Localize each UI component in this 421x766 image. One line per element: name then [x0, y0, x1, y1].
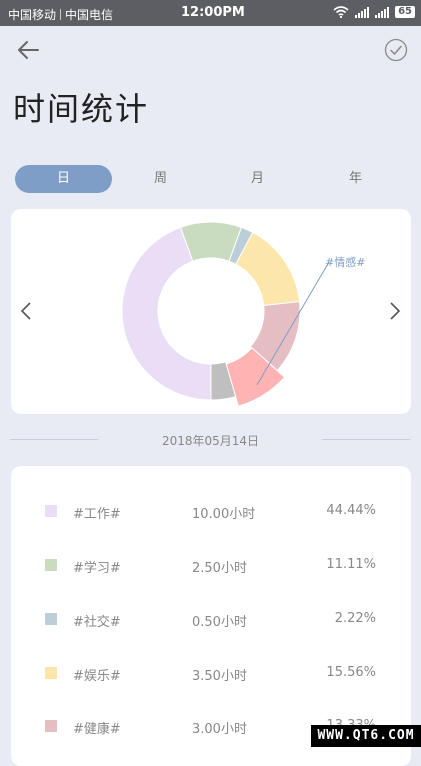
- category-tag: #工作#: [73, 507, 121, 522]
- carrier-divider: [60, 9, 62, 20]
- category-percent: 11.11%: [326, 557, 376, 572]
- category-swatch: [45, 667, 57, 679]
- category-hours: 0.50小时: [192, 615, 247, 630]
- signal-icon: [355, 6, 370, 18]
- category-percent: 15.56%: [326, 665, 376, 680]
- carrier-2: 中国电信: [65, 8, 114, 22]
- status-bar: 中国移动 中国电信 12:00PM 65: [0, 0, 421, 26]
- clock: 12:00PM: [181, 5, 245, 20]
- next-button[interactable]: [389, 301, 401, 321]
- tab-year[interactable]: 年: [307, 165, 404, 193]
- check-circle-icon: [384, 38, 408, 62]
- period-tabs: 日 周 月 年: [15, 165, 405, 193]
- stats-list: #工作# 10.00小时 44.44% #学习# 2.50小时 11.11% #…: [11, 466, 411, 766]
- signal-icon: [375, 6, 390, 18]
- list-item[interactable]: #工作# 10.00小时 44.44%: [11, 496, 411, 526]
- carrier-1: 中国移动: [8, 8, 57, 22]
- category-percent: 44.44%: [326, 503, 376, 518]
- list-item[interactable]: #娱乐# 3.50小时 15.56%: [11, 658, 411, 688]
- category-tag: #学习#: [73, 561, 121, 576]
- chevron-left-icon: [20, 302, 31, 320]
- date-label: 2018年05月14日: [161, 434, 260, 448]
- page-title: 时间统计: [13, 90, 150, 128]
- tab-day[interactable]: 日: [15, 165, 112, 193]
- tab-month[interactable]: 月: [209, 165, 306, 193]
- arrow-left-icon: [18, 41, 39, 59]
- previous-button[interactable]: [20, 301, 32, 321]
- category-swatch: [45, 613, 57, 625]
- category-hours: 3.50小时: [192, 669, 247, 684]
- category-tag: #娱乐#: [73, 669, 121, 684]
- divider-right: [322, 439, 410, 440]
- callout-label: #情感#: [325, 256, 365, 269]
- list-item[interactable]: #社交# 0.50小时 2.22%: [11, 604, 411, 634]
- list-item[interactable]: #学习# 2.50小时 11.11%: [11, 550, 411, 580]
- chevron-right-icon: [390, 302, 401, 320]
- back-button[interactable]: [16, 39, 42, 61]
- status-icons: 65: [333, 6, 415, 18]
- category-swatch: [45, 559, 57, 571]
- category-hours: 3.00小时: [192, 722, 247, 737]
- category-swatch: [45, 505, 57, 517]
- category-percent: 2.22%: [334, 611, 376, 626]
- battery-icon: 65: [395, 6, 415, 18]
- category-hours: 2.50小时: [192, 561, 247, 576]
- watermark: WWW.QT6.COM: [311, 725, 421, 747]
- tab-week[interactable]: 周: [112, 165, 209, 193]
- category-hours: 10.00小时: [192, 507, 256, 522]
- confirm-button[interactable]: [384, 38, 408, 62]
- date-row: 2018年05月14日: [0, 429, 421, 451]
- chart-card: #情感#: [11, 209, 411, 414]
- category-swatch: [45, 720, 57, 732]
- donut-chart: #情感#: [121, 221, 365, 407]
- category-tag: #社交#: [73, 615, 121, 630]
- carrier-info: 中国移动 中国电信: [8, 6, 113, 23]
- wifi-icon: [333, 6, 349, 18]
- category-tag: #健康#: [73, 722, 121, 737]
